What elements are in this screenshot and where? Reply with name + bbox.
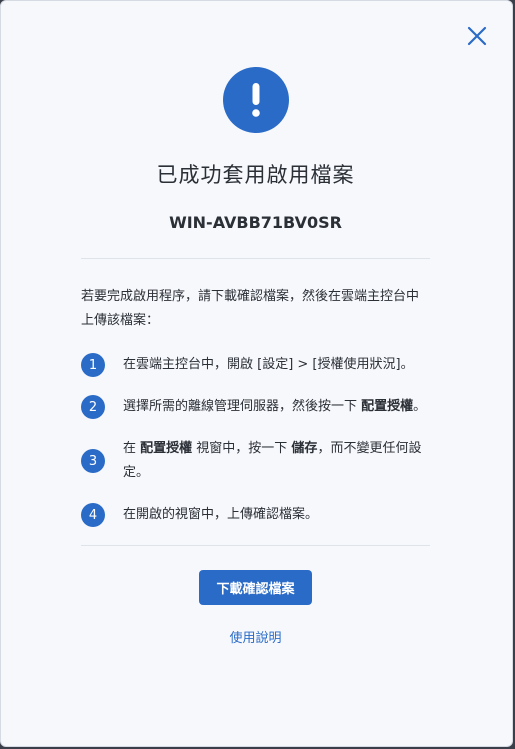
dialog-content: 已成功套用啟用檔案 WIN-AVBB71BV0SR 若要完成啟用程序，請下載確認… — [81, 67, 430, 646]
button-row: 下載確認檔案 — [81, 570, 430, 605]
step-text-bold: 配置授權 — [361, 399, 414, 414]
divider-bottom — [81, 545, 430, 546]
step-text-bold: 儲存 — [291, 441, 318, 456]
step-text: 選擇所需的離線管理伺服器，然後按一下 配置授權。 — [123, 395, 426, 419]
step-text: 在 配置授權 視窗中，按一下 儲存，而不變更任何設定。 — [123, 437, 430, 485]
help-link[interactable]: 使用說明 — [81, 627, 430, 646]
close-button[interactable] — [464, 23, 490, 49]
step-text-part: 在 — [123, 441, 141, 456]
step-text-part: 選擇所需的離線管理伺服器，然後按一下 — [123, 399, 362, 414]
step-text-bold: 配置授權 — [140, 441, 193, 456]
exclamation-icon — [251, 83, 260, 117]
step-text-part: 視窗中，按一下 — [192, 441, 292, 456]
step-item-2: 2 選擇所需的離線管理伺服器，然後按一下 配置授權。 — [81, 395, 430, 419]
step-number: 3 — [81, 449, 105, 473]
step-item-4: 4 在開啟的視窗中，上傳確認檔案。 — [81, 503, 430, 527]
step-number: 4 — [81, 503, 105, 527]
divider-top — [81, 258, 430, 259]
step-item-3: 3 在 配置授權 視窗中，按一下 儲存，而不變更任何設定。 — [81, 437, 430, 485]
intro-text: 若要完成啟用程序，請下載確認檔案，然後在雲端主控台中上傳該檔案： — [81, 289, 420, 328]
step-item-1: 1 在雲端主控台中，開啟 [設定] > [授權使用狀況]。 — [81, 353, 430, 377]
step-text: 在雲端主控台中，開啟 [設定] > [授權使用狀況]。 — [123, 357, 414, 372]
step-number: 2 — [81, 395, 105, 419]
step-number: 1 — [81, 353, 105, 377]
dialog-title: 已成功套用啟用檔案 — [156, 163, 355, 187]
download-confirmation-button[interactable]: 下載確認檔案 — [199, 570, 312, 605]
step-text: 在開啟的視窗中，上傳確認檔案。 — [123, 507, 319, 522]
close-icon — [467, 26, 487, 46]
activation-dialog: 已成功套用啟用檔案 WIN-AVBB71BV0SR 若要完成啟用程序，請下載確認… — [0, 0, 513, 747]
step-text-part: 。 — [413, 399, 427, 414]
device-name: WIN-AVBB71BV0SR — [169, 213, 342, 232]
steps-list: 1 在雲端主控台中，開啟 [設定] > [授權使用狀況]。 2 選擇所需的離線管… — [81, 353, 430, 527]
alert-badge — [222, 67, 289, 133]
